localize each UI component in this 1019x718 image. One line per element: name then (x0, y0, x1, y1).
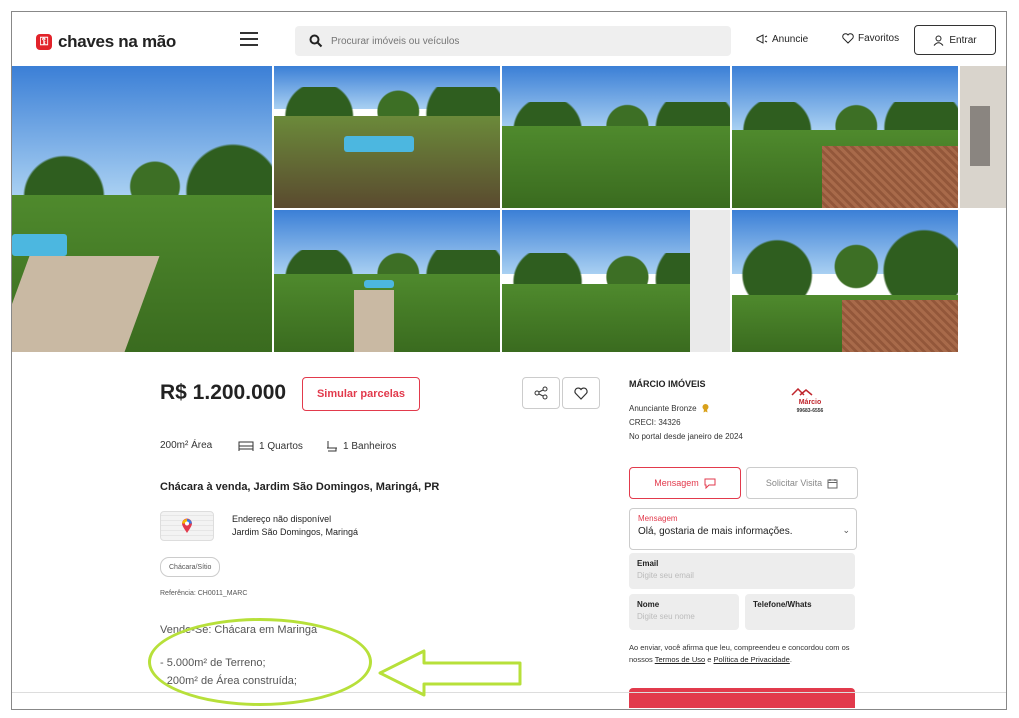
favoritos-link[interactable]: Favoritos (842, 33, 899, 44)
gallery-photo-3[interactable] (502, 66, 730, 208)
photo-gallery[interactable] (12, 66, 1006, 352)
agent-logo-name: Márcio (798, 399, 822, 406)
highlight-ellipse (148, 618, 372, 706)
agent-logo-roof-icon (791, 387, 813, 396)
arrow-left-icon (378, 649, 522, 697)
legal-notice: Ao enviar, você afirma que leu, compreen… (629, 643, 850, 664)
feature-banheiros: 1 Banheiros (326, 440, 396, 453)
gallery-photo-main[interactable] (12, 66, 272, 352)
map-pin-icon (182, 518, 192, 533)
chevron-down-icon: ⌄ (842, 525, 850, 535)
site-logo[interactable]: ⚿ chaves na mão (36, 32, 176, 52)
logo-text: chaves na mão (58, 32, 176, 51)
gallery-photo-8[interactable] (732, 210, 958, 352)
agent-logo-phone: 99683-6556 (796, 408, 824, 414)
feature-quartos: 1 Quartos (238, 440, 303, 452)
agent-creci: CRECI: 34326 (629, 418, 681, 427)
gallery-photo-4[interactable] (732, 66, 958, 208)
search-bar[interactable] (295, 26, 731, 56)
email-label: Email (637, 559, 659, 568)
share-button[interactable] (522, 377, 560, 409)
favorite-button[interactable] (562, 377, 600, 409)
gallery-photo-2[interactable] (274, 66, 500, 208)
search-input[interactable] (329, 34, 713, 48)
tab-solicitar-visita-label: Solicitar Visita (765, 478, 823, 488)
tab-solicitar-visita[interactable]: Solicitar Visita (746, 467, 858, 499)
hamburger-menu-icon[interactable] (240, 32, 258, 46)
property-type-tag[interactable]: Chácara/Sítio (160, 557, 221, 577)
entrar-button[interactable]: Entrar (914, 25, 996, 55)
site-header: ⚿ chaves na mão Anuncie Favoritos Entrar (12, 12, 1006, 66)
legal-and: e (707, 655, 712, 664)
email-placeholder: Digite seu email (637, 571, 694, 580)
area-value: 200m² Área (160, 440, 213, 451)
address-line-1: Endereço não disponível (232, 514, 332, 524)
feature-area: 200m² Área (160, 440, 212, 451)
tab-mensagem-label: Mensagem (654, 478, 699, 488)
agent-name[interactable]: MÁRCIO IMÓVEIS (629, 379, 706, 389)
send-button[interactable] (629, 688, 855, 708)
listing-price: R$ 1.200.000 (160, 381, 287, 404)
address-line-2: Jardim São Domingos, Maringá (232, 527, 359, 537)
bed-icon (238, 441, 254, 451)
name-label: Nome (637, 600, 660, 609)
phone-label: Telefone/Whats (753, 600, 812, 609)
agent-since: No portal desde janeiro de 2024 (629, 432, 743, 441)
calendar-icon (827, 478, 838, 488)
search-icon (309, 34, 323, 48)
terms-link[interactable]: Termos de Uso (655, 655, 705, 664)
phone-field[interactable]: Telefone/Whats (745, 594, 855, 630)
agent-tier-label: Anunciante Bronze (629, 403, 697, 413)
heart-icon (842, 33, 854, 44)
agent-logo[interactable]: Márcio 99683-6556 (790, 387, 830, 415)
megaphone-icon (756, 34, 768, 44)
banheiros-value: 1 Banheiros (343, 441, 397, 452)
share-icon (534, 386, 548, 400)
anuncie-label: Anuncie (772, 33, 809, 45)
message-select-value: Olá, gostaria de mais informações. (638, 526, 793, 537)
entrar-label: Entrar (949, 34, 977, 46)
simular-parcelas-button[interactable]: Simular parcelas (302, 377, 420, 411)
quartos-value: 1 Quartos (259, 440, 303, 452)
name-placeholder: Digite seu nome (637, 612, 695, 621)
browser-page: ⚿ chaves na mão Anuncie Favoritos Entrar (11, 11, 1007, 710)
message-select-label: Mensagem (638, 514, 678, 523)
map-thumbnail[interactable] (160, 511, 214, 541)
logo-key-icon: ⚿ (36, 34, 52, 50)
chat-icon (704, 478, 716, 489)
gallery-photo-6[interactable] (274, 210, 500, 352)
anuncie-link[interactable]: Anuncie (756, 33, 808, 45)
email-field[interactable]: Email Digite seu email (629, 553, 855, 589)
listing-title: Chácara à venda, Jardim São Domingos, Ma… (160, 481, 440, 493)
message-select[interactable]: Mensagem Olá, gostaria de mais informaçõ… (629, 508, 857, 550)
gallery-photo-7[interactable] (502, 210, 730, 352)
listing-reference: Referência: CH0011_MARC (160, 590, 248, 597)
user-icon (933, 35, 944, 46)
heart-icon (574, 386, 588, 400)
tab-mensagem[interactable]: Mensagem (629, 467, 741, 499)
favoritos-label: Favoritos (858, 33, 900, 44)
privacy-link[interactable]: Política de Privacidade (714, 655, 790, 664)
name-field[interactable]: Nome Digite seu nome (629, 594, 739, 630)
agent-tier: Anunciante Bronze (629, 403, 710, 413)
bronze-medal-icon (702, 404, 709, 413)
gallery-photo-5[interactable] (960, 66, 1006, 208)
bathtub-icon (327, 441, 337, 452)
